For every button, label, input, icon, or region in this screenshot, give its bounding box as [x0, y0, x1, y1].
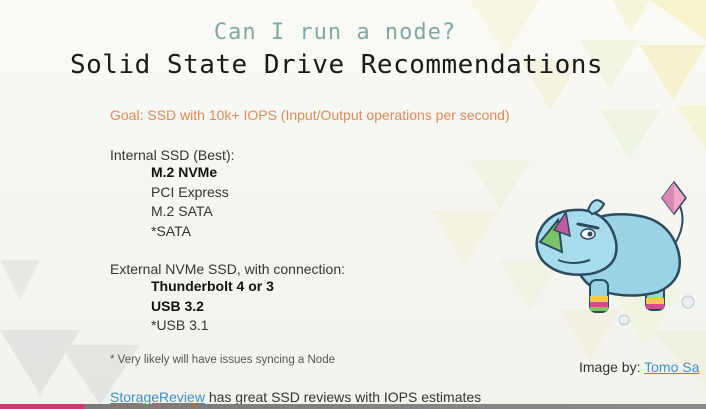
- list-item: Thunderbolt 4 or 3: [151, 278, 274, 294]
- external-ssd-heading: External NVMe SSD, with connection:: [110, 261, 345, 277]
- internal-ssd-list: M.2 NVMe PCI Express M.2 SATA *SATA: [151, 163, 229, 241]
- footnote: * Very likely will have issues syncing a…: [110, 354, 335, 366]
- list-item: PCI Express: [151, 183, 229, 200]
- list-item: USB 3.2: [151, 297, 204, 314]
- slide-title: Solid State Drive Recommendations: [70, 50, 604, 80]
- image-credit-prefix: Image by:: [579, 359, 645, 375]
- storage-review-link[interactable]: StorageReview: [110, 389, 205, 405]
- list-item: *USB 3.1: [151, 317, 209, 333]
- goal-text: Goal: SSD with 10k+ IOPS (Input/Output o…: [110, 107, 510, 123]
- image-credit: Image by: Tomo Sa: [579, 359, 699, 375]
- rhino-mascot-illustration: [535, 180, 695, 326]
- storage-review-text: has great SSD reviews with IOPS estimate…: [204, 389, 482, 405]
- slide-subtitle: Can I run a node?: [213, 20, 457, 45]
- list-item: *SATA: [151, 222, 191, 239]
- internal-ssd-heading: Internal SSD (Best):: [110, 147, 235, 163]
- list-item: M.2 SATA: [151, 203, 213, 219]
- list-item: M.2 NVMe: [151, 164, 218, 180]
- storage-review-line: StorageReview has great SSD reviews with…: [110, 389, 481, 405]
- external-ssd-list: Thunderbolt 4 or 3 USB 3.2 *USB 3.1: [151, 277, 274, 336]
- slide: Can I run a node? Solid State Drive Reco…: [0, 0, 706, 409]
- image-credit-link[interactable]: Tomo Sa: [644, 359, 699, 375]
- bottom-progress-bar: [0, 404, 706, 409]
